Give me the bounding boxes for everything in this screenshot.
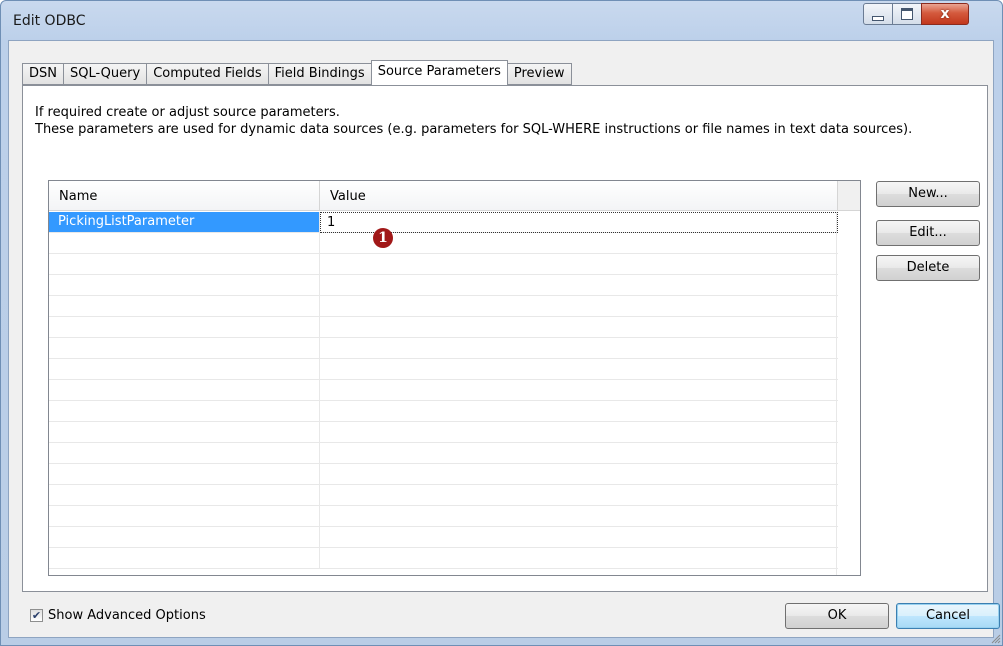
description-text: If required create or adjust source para… (35, 104, 912, 138)
table-row-empty (49, 443, 838, 464)
minimize-button[interactable] (863, 3, 893, 25)
table-row[interactable]: PickingListParameter 1 (49, 212, 838, 233)
cell-name-empty (49, 359, 320, 379)
tab-preview[interactable]: Preview (507, 63, 572, 85)
cell-name-empty (49, 317, 320, 337)
edit-button[interactable]: Edit... (876, 220, 980, 246)
table-row-empty (49, 464, 838, 485)
cell-name[interactable]: PickingListParameter (49, 212, 320, 232)
cell-value-empty (320, 275, 838, 295)
table-row-empty (49, 548, 838, 569)
checkmark-icon: ✔ (31, 609, 42, 622)
description-line-2: These parameters are used for dynamic da… (35, 122, 913, 137)
table-row-empty (49, 380, 838, 401)
cell-name-empty (49, 443, 320, 463)
parameters-grid[interactable]: Name Value PickingListParameter 1 (48, 180, 861, 576)
table-row-empty (49, 506, 838, 527)
cell-value-empty (320, 233, 838, 253)
cell-value-empty (320, 296, 838, 316)
show-advanced-checkbox[interactable]: ✔ (30, 609, 43, 622)
table-row-empty (49, 359, 838, 380)
cell-value-empty (320, 359, 838, 379)
new-button[interactable]: New... (876, 181, 980, 207)
cell-name-empty (49, 485, 320, 505)
maximize-button[interactable] (892, 3, 922, 25)
cell-value-empty (320, 401, 838, 421)
grid-header: Name Value (49, 181, 860, 211)
cell-value-empty (320, 506, 838, 526)
ok-button[interactable]: OK (785, 603, 889, 629)
minimize-icon (872, 15, 884, 21)
show-advanced-label: Show Advanced Options (48, 608, 206, 623)
cell-value-empty (320, 380, 838, 400)
header-filler (838, 181, 860, 211)
table-row-empty (49, 422, 838, 443)
table-row-empty (49, 485, 838, 506)
column-header-name[interactable]: Name (49, 181, 320, 211)
description-line-1: If required create or adjust source para… (35, 105, 340, 120)
tab-computed-fields[interactable]: Computed Fields (146, 63, 268, 85)
cell-value-empty (320, 443, 838, 463)
table-row-empty (49, 296, 838, 317)
cell-value-empty (320, 527, 838, 547)
cell-name-empty (49, 380, 320, 400)
tab-sql-query[interactable]: SQL-Query (63, 63, 147, 85)
table-row-empty (49, 338, 838, 359)
show-advanced-options[interactable]: ✔ Show Advanced Options (30, 608, 206, 623)
annotation-marker: 1 (373, 228, 393, 248)
cell-value-empty (320, 422, 838, 442)
cell-value-empty (320, 317, 838, 337)
grid-right-divider (836, 212, 837, 575)
table-row-empty (49, 401, 838, 422)
grid-rows: PickingListParameter 1 (49, 212, 838, 569)
tab-dsn[interactable]: DSN (22, 63, 63, 85)
cell-value[interactable]: 1 (320, 212, 838, 233)
close-button[interactable]: x (921, 3, 969, 25)
cell-name-empty (49, 506, 320, 526)
cell-value-empty (320, 485, 838, 505)
cell-name-empty (49, 401, 320, 421)
maximize-icon (901, 8, 913, 20)
table-row-empty (49, 317, 838, 338)
cell-name-empty (49, 233, 320, 253)
cell-name-empty (49, 422, 320, 442)
tab-field-bindings[interactable]: Field Bindings (267, 63, 371, 85)
cell-value-empty (320, 254, 838, 274)
cell-name-empty (49, 338, 320, 358)
table-row-empty (49, 254, 838, 275)
cell-value-empty (320, 548, 838, 568)
delete-button[interactable]: Delete (876, 255, 980, 281)
table-row-empty (49, 233, 838, 254)
resize-grip-icon[interactable] (989, 632, 1001, 644)
cell-name-empty (49, 548, 320, 568)
window-title: Edit ODBC (13, 13, 86, 29)
table-row-empty (49, 275, 838, 296)
cell-name-empty (49, 275, 320, 295)
tab-source-parameters[interactable]: Source Parameters (370, 60, 508, 85)
cell-value-empty (320, 338, 838, 358)
cell-value-empty (320, 464, 838, 484)
cell-name-empty (49, 254, 320, 274)
title-bar[interactable]: Edit ODBC x (1, 1, 1002, 41)
cell-name-empty (49, 527, 320, 547)
cell-name-empty (49, 464, 320, 484)
tab-strip: DSN SQL-Query Computed Fields Field Bind… (22, 60, 572, 85)
table-row-empty (49, 527, 838, 548)
cell-name-empty (49, 296, 320, 316)
column-header-value[interactable]: Value (320, 181, 838, 211)
close-icon: x (940, 6, 950, 22)
cancel-button[interactable]: Cancel (896, 603, 1000, 629)
